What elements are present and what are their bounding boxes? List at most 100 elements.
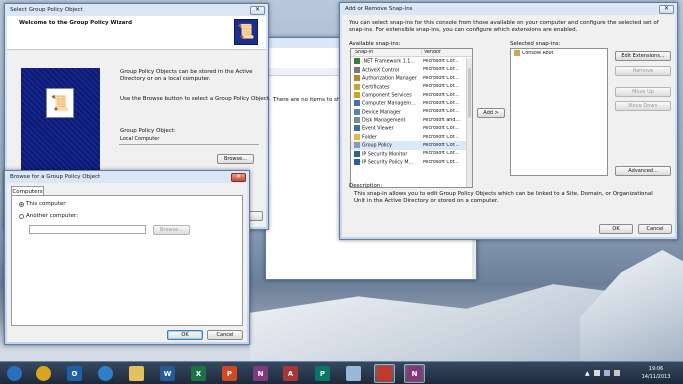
banner-scroll-icon: 📜: [46, 88, 74, 118]
column-header-snapin[interactable]: Snap-in: [351, 50, 421, 55]
taskbar-powerpoint-icon[interactable]: P: [219, 364, 240, 383]
start-glyph: [7, 366, 22, 381]
volume-icon[interactable]: [613, 370, 620, 376]
remove-button[interactable]: Remove: [615, 66, 671, 76]
ok-button[interactable]: OK: [599, 224, 633, 234]
taskbar-outlook-icon[interactable]: O: [64, 364, 85, 383]
option-this-computer[interactable]: This computer: [19, 201, 66, 207]
list-item[interactable]: Event Viewer Microsoft Cor...: [351, 125, 472, 133]
close-icon: ✕: [235, 173, 242, 180]
taskbar-toolbox-icon[interactable]: [374, 364, 395, 383]
list-item[interactable]: Authorization Manager Microsoft Cor...: [351, 74, 472, 82]
list-item[interactable]: Component Services Microsoft Cor...: [351, 91, 472, 99]
word-glyph: W: [160, 366, 175, 381]
ok-button[interactable]: OK: [167, 330, 203, 340]
taskbar-excel-icon[interactable]: X: [188, 364, 209, 383]
list-item[interactable]: IP Security Monitor Microsoft Cor...: [351, 150, 472, 158]
column-header-vendor[interactable]: Vendor: [421, 50, 466, 56]
cancel-button[interactable]: Cancel: [638, 224, 672, 234]
list-item[interactable]: Certificates Microsoft Cor...: [351, 83, 472, 91]
computer-name-input[interactable]: [29, 225, 146, 234]
snapins-intro: You can select snap-ins for this console…: [349, 20, 659, 33]
explorer-glyph: [129, 366, 144, 381]
move-down-button[interactable]: Move Down: [615, 101, 671, 111]
taskbar-publisher-icon[interactable]: P: [312, 364, 333, 383]
taskbar-notepad-icon[interactable]: [343, 364, 364, 383]
close-button[interactable]: ✕: [231, 172, 246, 182]
list-item[interactable]: Group Policy Microsoft Cor...: [351, 141, 472, 150]
move-up-button[interactable]: Move Up: [615, 87, 671, 97]
publisher-glyph: P: [315, 366, 330, 381]
chrome-glyph: [36, 366, 51, 381]
browse-title: Browse for a Group Policy Object: [10, 174, 101, 180]
option-another-computer[interactable]: Another computer:: [19, 213, 78, 219]
selected-label: Selected snap-ins:: [510, 41, 561, 47]
list-item[interactable]: Console Root: [511, 49, 607, 57]
tray-arrow-icon[interactable]: ▲: [585, 370, 590, 377]
clock[interactable]: 19:06 14/11/2013: [638, 365, 674, 381]
close-button[interactable]: ✕: [250, 5, 265, 15]
list-item[interactable]: Disk Management Microsoft and...: [351, 116, 472, 124]
gpo-browse-button[interactable]: Browse...: [217, 154, 254, 164]
snapin-icon: [354, 133, 360, 140]
empty-list-message: There are no items to sho: [273, 97, 344, 103]
close-button[interactable]: ✕: [659, 4, 674, 14]
wallpaper-ice-right: [580, 250, 683, 362]
available-snapins-list[interactable]: Snap-in Vendor .NET Framework 1.1... Micr…: [350, 48, 473, 188]
toolbox-glyph: [377, 366, 392, 381]
gpo-label: Group Policy Object:: [120, 128, 176, 134]
flag-icon[interactable]: [593, 370, 600, 376]
list-item[interactable]: .NET Framework 1.1... Microsoft Cor...: [351, 57, 472, 65]
list-item[interactable]: Folder Microsoft Cor...: [351, 133, 472, 141]
wizard-desc-1: Group Policy Objects can be stored in th…: [120, 69, 253, 82]
taskbar-explorer-icon[interactable]: [126, 364, 147, 383]
advanced-button[interactable]: Advanced...: [615, 166, 671, 176]
close-icon: ✕: [254, 6, 261, 13]
taskbar-access-icon[interactable]: A: [280, 364, 301, 383]
tray-icons: ▲: [585, 370, 633, 377]
taskbar-chrome-icon[interactable]: [33, 364, 54, 383]
outlook-glyph: O: [67, 366, 82, 381]
media-glyph: [98, 366, 113, 381]
network-icon[interactable]: [603, 370, 610, 376]
snapin-icon: [354, 150, 360, 157]
powerpoint-glyph: P: [222, 366, 237, 381]
snapin-icon: [354, 159, 360, 166]
snapins-title: Add or Remove Snap-ins: [345, 6, 413, 12]
taskbar-onenote2-icon[interactable]: N: [404, 364, 425, 383]
snapin-icon: [354, 83, 360, 90]
available-label: Available snap-ins:: [349, 41, 401, 47]
taskbar-start-icon[interactable]: [4, 364, 25, 383]
edit-extensions-button[interactable]: Edit Extensions...: [615, 51, 671, 61]
wizard-heading: Welcome to the Group Policy Wizard: [19, 20, 133, 26]
radio-icon: [19, 213, 24, 219]
taskbar-word-icon[interactable]: W: [157, 364, 178, 383]
cancel-button[interactable]: Cancel: [207, 330, 243, 340]
list-item[interactable]: Device Manager Microsoft Cor...: [351, 108, 472, 116]
description-text: This snap-in allows you to edit Group Po…: [354, 191, 653, 204]
computer-browse-button[interactable]: Browse...: [153, 225, 190, 235]
wizard-desc-2: Use the Browse button to select a Group …: [120, 96, 271, 102]
access-glyph: A: [283, 366, 298, 381]
list-scrollbar[interactable]: [466, 58, 472, 187]
taskbar: OWXPNAPN ▲ 19:06 14/11/2013: [0, 361, 683, 384]
close-icon: ✕: [663, 5, 670, 12]
snapin-icon: [354, 125, 360, 132]
scroll-icon: 📜: [234, 19, 258, 45]
gpo-field[interactable]: Local Computer: [119, 136, 259, 145]
onenote-glyph: N: [253, 366, 268, 381]
snapin-icon: [354, 117, 360, 124]
gpo-wizard-title: Select Group Policy Object: [10, 7, 83, 13]
snapin-icon: [354, 75, 360, 82]
taskbar-onenote-icon[interactable]: N: [250, 364, 271, 383]
snapins-window: Add or Remove Snap-ins ✕ You can select …: [339, 2, 678, 240]
taskbar-media-icon[interactable]: [95, 364, 116, 383]
add-button[interactable]: Add >: [477, 108, 505, 118]
list-item[interactable]: ActiveX Control Microsoft Cor...: [351, 66, 472, 74]
list-item[interactable]: IP Security Policy M... Microsoft Cor...: [351, 158, 472, 166]
list-item[interactable]: Computer Managem... Microsoft Cor...: [351, 99, 472, 107]
radio-selected-icon: [19, 201, 24, 207]
notepad-glyph: [346, 366, 361, 381]
excel-glyph: X: [191, 366, 206, 381]
selected-snapins-list[interactable]: Console Root: [510, 48, 608, 176]
